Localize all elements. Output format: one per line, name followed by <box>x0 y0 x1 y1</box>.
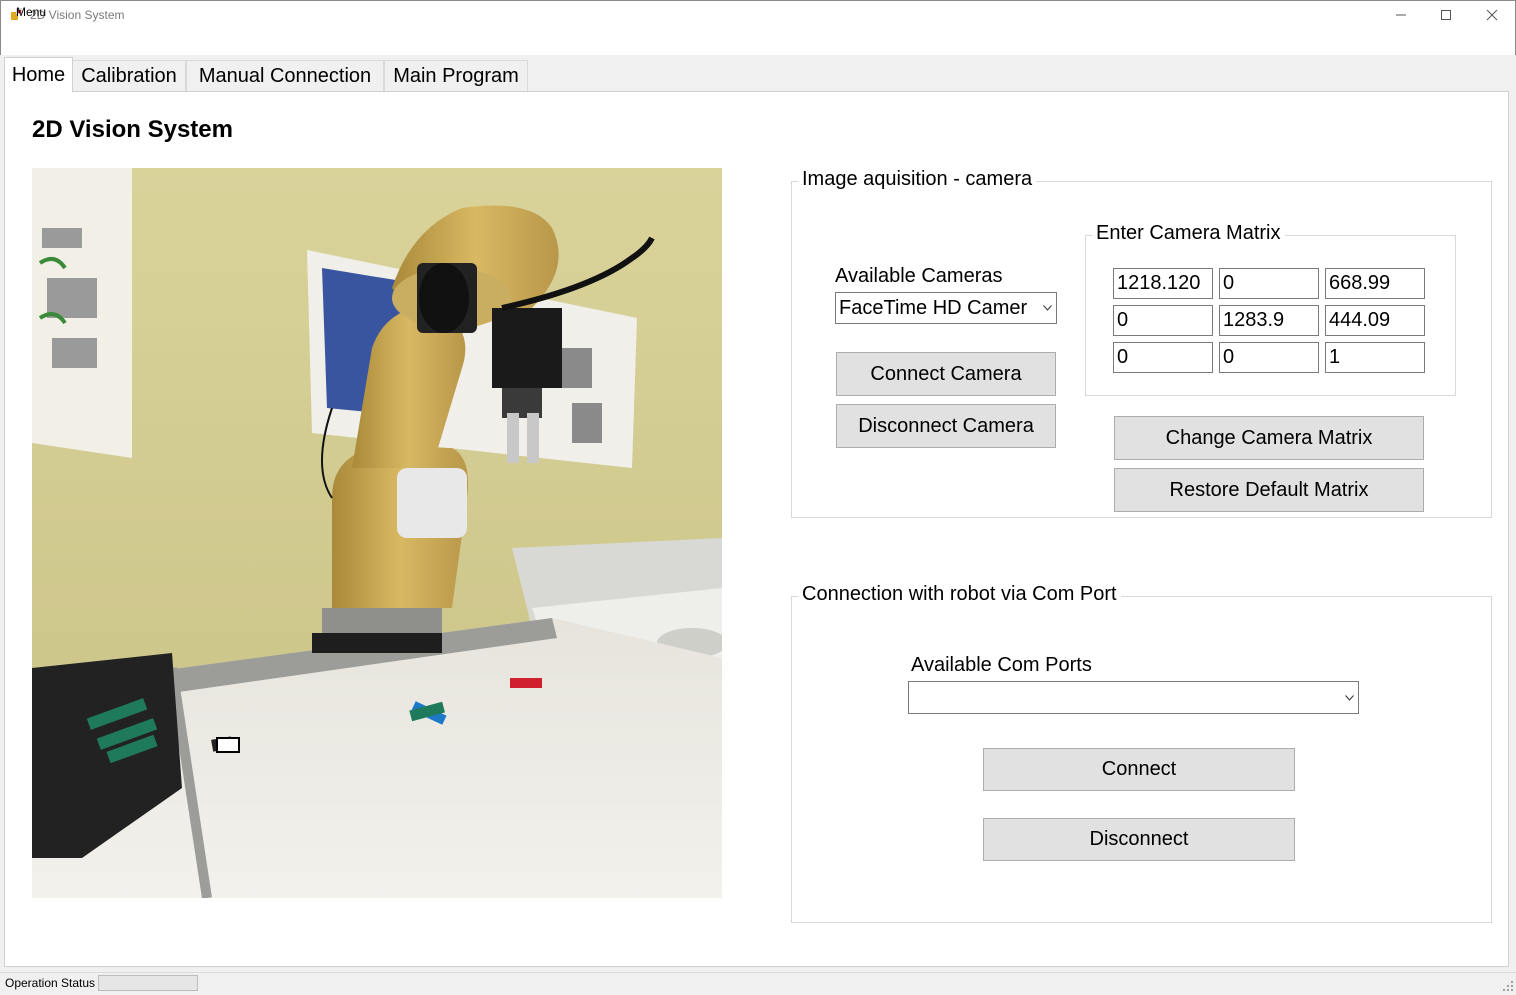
tab-manual-connection[interactable]: Manual Connection <box>186 60 384 91</box>
operation-status-label: Operation Status <box>5 976 96 990</box>
matrix-cell-0-1[interactable] <box>1219 268 1319 299</box>
minimize-button[interactable] <box>1378 0 1424 30</box>
menu-bar <box>0 31 1516 55</box>
camera-select[interactable]: FaceTime HD Camer <box>835 292 1057 324</box>
matrix-cell-0-0[interactable] <box>1113 268 1213 299</box>
camera-matrix-legend: Enter Camera Matrix <box>1092 222 1285 245</box>
camera-select-value: FaceTime HD Camer <box>839 296 1028 319</box>
matrix-cell-1-0[interactable] <box>1113 305 1213 336</box>
chevron-down-icon <box>1345 694 1354 701</box>
minimize-icon <box>1396 14 1406 16</box>
close-button[interactable] <box>1469 0 1515 30</box>
status-bar <box>0 972 1516 995</box>
maximize-icon <box>1441 10 1451 20</box>
matrix-cell-2-0[interactable] <box>1113 342 1213 373</box>
tab-main-program[interactable]: Main Program <box>384 60 528 91</box>
menu-item-menu[interactable]: Menu <box>16 5 46 19</box>
tab-calibration[interactable]: Calibration <box>72 60 186 91</box>
maximize-button[interactable] <box>1423 0 1469 30</box>
matrix-cell-1-1[interactable] <box>1219 305 1319 336</box>
operation-progress-bar <box>98 975 198 991</box>
camera-feed-image <box>32 168 722 898</box>
change-camera-matrix-button[interactable]: Change Camera Matrix <box>1114 416 1424 460</box>
page-title: 2D Vision System <box>32 116 233 143</box>
close-icon <box>1486 9 1498 21</box>
connect-camera-button[interactable]: Connect Camera <box>836 352 1056 396</box>
available-com-ports-label: Available Com Ports <box>911 654 1092 676</box>
restore-default-matrix-button[interactable]: Restore Default Matrix <box>1114 468 1424 512</box>
tab-home[interactable]: Home <box>4 57 73 92</box>
disconnect-button[interactable]: Disconnect <box>983 818 1295 861</box>
title-bar <box>0 0 1516 31</box>
matrix-cell-0-2[interactable] <box>1325 268 1425 299</box>
matrix-cell-1-2[interactable] <box>1325 305 1425 336</box>
matrix-cell-2-2[interactable] <box>1325 342 1425 373</box>
robot-connection-legend: Connection with robot via Com Port <box>798 583 1121 606</box>
image-acquisition-legend: Image aquisition - camera <box>798 168 1037 191</box>
com-port-select[interactable] <box>908 681 1359 714</box>
matrix-cell-2-1[interactable] <box>1219 342 1319 373</box>
disconnect-camera-button[interactable]: Disconnect Camera <box>836 404 1056 448</box>
chevron-down-icon <box>1043 305 1052 311</box>
connect-button[interactable]: Connect <box>983 748 1295 791</box>
resize-grip-icon[interactable] <box>1502 980 1514 992</box>
available-cameras-label: Available Cameras <box>835 265 1003 287</box>
